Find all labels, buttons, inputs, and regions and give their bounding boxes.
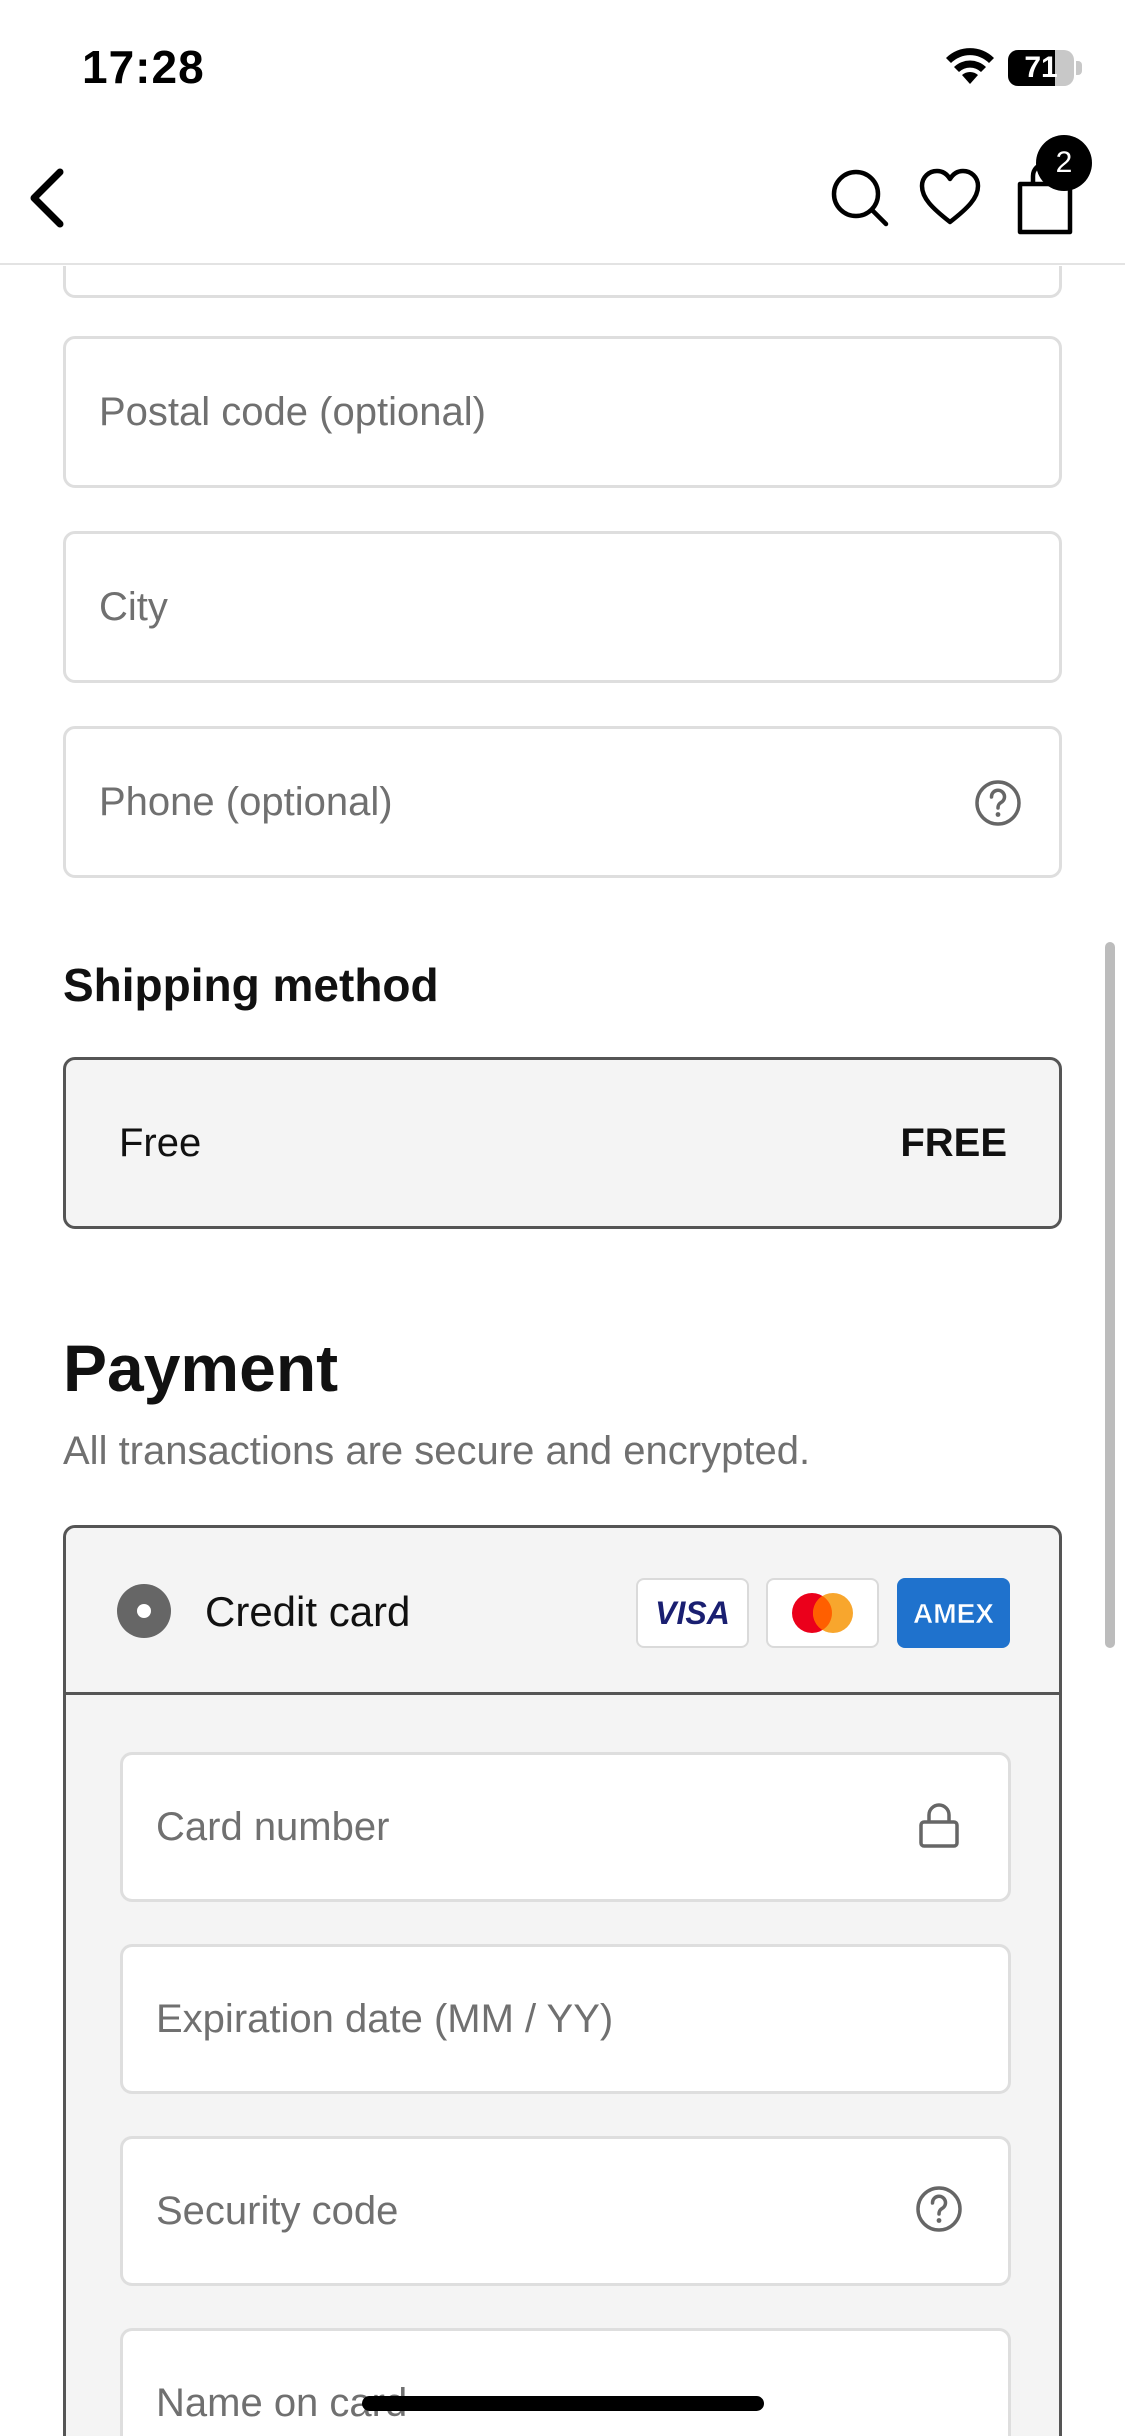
security-code-field[interactable]: Security code: [120, 2136, 1011, 2286]
expiration-date-field[interactable]: Expiration date (MM / YY): [120, 1944, 1011, 2094]
shipping-option-free[interactable]: Free FREE: [63, 1057, 1062, 1229]
city-field[interactable]: City: [63, 531, 1062, 683]
help-circle-icon[interactable]: [915, 2185, 963, 2233]
home-indicator[interactable]: [362, 2396, 764, 2411]
credit-card-label: Credit card: [205, 1588, 411, 1635]
shipping-option-price: FREE: [900, 1121, 1007, 1165]
heart-icon[interactable]: [918, 166, 982, 230]
status-time: 17:28: [82, 41, 205, 93]
radio-selected-dot: [137, 1604, 151, 1618]
amex-logo-icon: AMEX: [897, 1578, 1010, 1648]
svg-text:AMEX: AMEX: [913, 1598, 994, 1629]
payment-subtitle: All transactions are secure and encrypte…: [63, 1429, 811, 1473]
credit-card-radio[interactable]: [117, 1584, 171, 1638]
back-chevron-icon[interactable]: [16, 158, 86, 238]
mastercard-logo-icon: [766, 1578, 879, 1648]
payment-title: Payment: [63, 1331, 339, 1405]
checkout-content: Postal code (optional) City Phone (optio…: [0, 266, 1125, 2436]
security-code-placeholder: Security code: [156, 2189, 399, 2233]
search-icon[interactable]: [828, 166, 892, 230]
card-number-field[interactable]: Card number: [120, 1752, 1011, 1902]
name-on-card-placeholder: Name on card: [156, 2381, 408, 2425]
vertical-scrollbar[interactable]: [1105, 942, 1115, 1648]
postal-code-placeholder: Postal code (optional): [99, 390, 486, 434]
shipping-option-name: Free: [119, 1121, 202, 1165]
city-placeholder: City: [99, 585, 168, 629]
phone-field[interactable]: Phone (optional): [63, 726, 1062, 878]
shipping-method-title: Shipping method: [63, 959, 439, 1011]
address-line-field[interactable]: [63, 266, 1062, 298]
phone-placeholder: Phone (optional): [99, 780, 393, 824]
expiration-date-placeholder: Expiration date (MM / YY): [156, 1997, 614, 2041]
lock-icon: [919, 1803, 959, 1848]
status-bar: 17:28 71: [0, 0, 1125, 130]
payment-option-credit-card[interactable]: Credit card VISA AMEX: [66, 1528, 1059, 1695]
card-number-placeholder: Card number: [156, 1805, 390, 1849]
name-on-card-field[interactable]: Name on card: [120, 2328, 1011, 2436]
wifi-icon: [946, 48, 994, 84]
battery-cap: [1076, 61, 1082, 75]
battery-percent: 71: [1024, 51, 1058, 84]
postal-code-field[interactable]: Postal code (optional): [63, 336, 1062, 488]
help-circle-icon[interactable]: [974, 779, 1022, 827]
payment-method-panel: Credit card VISA AMEX Card number Expira…: [63, 1525, 1062, 2436]
app-header: [0, 130, 1125, 265]
visa-logo-icon: VISA: [636, 1578, 749, 1648]
cart-count-badge[interactable]: 2: [1036, 135, 1092, 191]
battery-icon: 71: [1008, 50, 1074, 86]
svg-text:VISA: VISA: [655, 1595, 730, 1631]
